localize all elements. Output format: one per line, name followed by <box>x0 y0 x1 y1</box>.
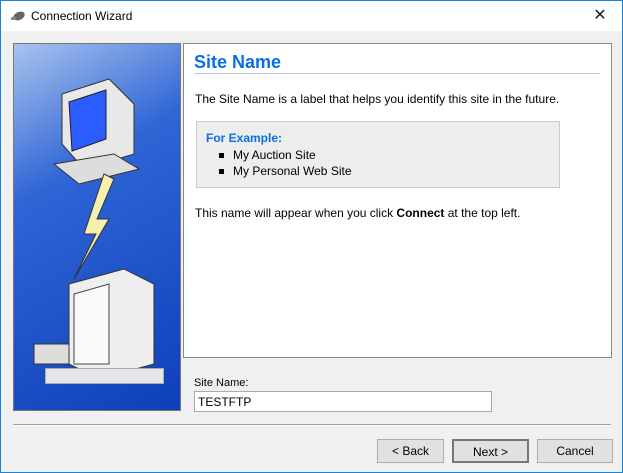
note-bold: Connect <box>396 206 445 220</box>
note-text: This name will appear when you click Con… <box>195 206 520 220</box>
description-text: The Site Name is a label that helps you … <box>195 92 560 106</box>
list-item: My Auction Site <box>219 148 316 162</box>
site-name-band <box>45 368 164 384</box>
page-title: Site Name <box>194 52 282 72</box>
example-title: For Example: <box>206 131 283 145</box>
title-bar: Connection Wizard ✕ <box>1 1 622 31</box>
computers-connection-icon <box>33 78 155 380</box>
cancel-button[interactable]: Cancel <box>537 439 613 463</box>
list-item: My Personal Web Site <box>219 164 352 178</box>
note-prefix: This name will appear when you click <box>195 206 397 220</box>
wizard-illustration <box>13 43 181 411</box>
back-button[interactable]: < Back <box>377 439 444 463</box>
example-box: For Example: My Auction Site My Personal… <box>196 121 560 188</box>
window-title: Connection Wizard <box>31 9 133 23</box>
heading-divider <box>194 73 600 74</box>
connection-wizard-window: Connection Wizard ✕ Site Name The Site N… <box>0 0 623 473</box>
content-panel: Site Name The Site Name is a label that … <box>183 43 612 358</box>
site-name-label: Site Name: <box>194 377 249 389</box>
next-button[interactable]: Next > <box>452 439 529 463</box>
close-button[interactable]: ✕ <box>578 1 622 31</box>
site-name-input[interactable] <box>194 391 492 412</box>
divider <box>13 424 611 426</box>
connection-icon <box>11 11 25 21</box>
note-suffix: at the top left. <box>444 206 521 220</box>
